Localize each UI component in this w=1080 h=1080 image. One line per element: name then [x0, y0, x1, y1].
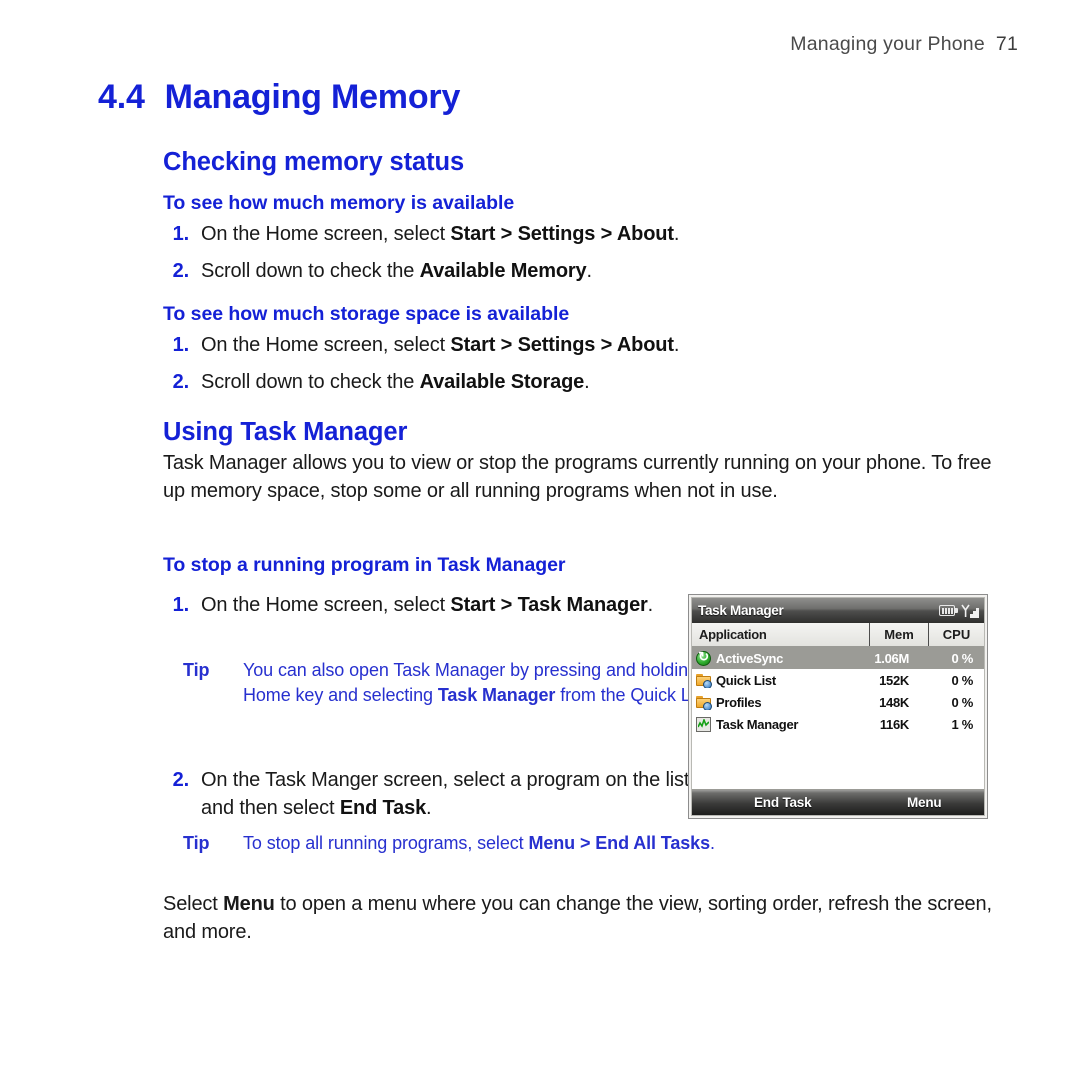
- paragraph-task-manager-intro: Task Manager allows you to view or stop …: [163, 452, 992, 502]
- battery-icon: [939, 605, 958, 616]
- screenshot-inner-frame: Task Manager Application Mem CPU ↻ Activ…: [691, 597, 985, 816]
- column-header-mem[interactable]: Mem: [870, 623, 929, 646]
- step-storage-1: 1. On the Home screen, select Start > Set…: [163, 332, 680, 360]
- tip-text-pre: To stop all running programs, select: [243, 833, 529, 853]
- step-text-post: .: [647, 594, 654, 616]
- step-text-pre: On the Home screen, select: [201, 594, 451, 616]
- step-memory-2: 2. Scroll down to check the Available Mem…: [163, 258, 593, 286]
- table-row[interactable]: Profiles 148K 0 %: [692, 691, 984, 713]
- section-heading: 4.4 Managing Memory: [98, 78, 460, 117]
- row-app-label: Quick List: [716, 672, 776, 688]
- step-text-pre: On the Home screen, select: [201, 334, 451, 356]
- step-text-bold: Start > Task Manager: [450, 594, 648, 616]
- step-stop-1: 1. On the Home screen, select Start > Tas…: [163, 592, 671, 620]
- softkey-menu[interactable]: Menu: [907, 795, 942, 810]
- step-text-post: .: [586, 260, 593, 282]
- step-number: 1.: [172, 223, 190, 245]
- row-name-cell: Quick List: [692, 673, 851, 688]
- task-manager-screenshot: Task Manager Application Mem CPU ↻ Activ…: [688, 594, 988, 819]
- row-cpu-value: 0 %: [951, 694, 973, 710]
- running-head: Managing your Phone 71: [790, 33, 1018, 56]
- step-text-post: .: [673, 334, 680, 356]
- page-number: 71: [995, 33, 1018, 55]
- step-number: 1.: [172, 334, 190, 356]
- paragraph-menu-outro: Select Menu to open a menu where you can…: [163, 891, 1008, 946]
- step-text-post: .: [426, 796, 432, 819]
- tip-text-post: .: [710, 833, 715, 853]
- row-name-cell: ActiveSync: [692, 650, 851, 666]
- row-app-label: ActiveSync: [716, 650, 784, 666]
- step-text-post: .: [673, 223, 680, 245]
- section-title: Managing Memory: [164, 78, 461, 116]
- tip-end-all-tasks: Tip To stop all running programs, select …: [163, 831, 763, 856]
- heading-stop-running-program: To stop a running program in Task Manage…: [163, 554, 566, 576]
- screenshot-softkey-bar: End Task Menu: [692, 789, 984, 815]
- row-cpu-value: 1 %: [951, 716, 973, 732]
- status-icons: [939, 604, 980, 618]
- step-number: 2.: [172, 260, 190, 282]
- step-storage-2: 2. Scroll down to check the Available Sto…: [163, 369, 590, 397]
- heading-checking-memory-status: Checking memory status: [163, 148, 465, 176]
- row-mem-value: 116K: [879, 716, 909, 732]
- row-cpu-value: 0 %: [951, 650, 973, 666]
- tip-text-bold: Menu > End All Tasks: [528, 833, 710, 853]
- step-text-pre: On the Task Manger screen, select a prog…: [201, 769, 690, 819]
- step-text-bold: End Task: [339, 796, 427, 819]
- activesync-icon: [696, 650, 711, 666]
- row-name-cell: Profiles: [692, 695, 851, 710]
- signal-icon: [961, 604, 980, 618]
- outro-text-post: to open a menu where you can change the …: [163, 893, 992, 943]
- softkey-end-task[interactable]: End Task: [754, 795, 812, 810]
- step-text-bold: Available Memory: [419, 260, 587, 282]
- step-number: 1.: [172, 594, 190, 616]
- row-mem-value: 152K: [879, 672, 909, 688]
- table-row[interactable]: ActiveSync 1.06M 0 %: [692, 647, 984, 669]
- step-text-bold: Start > Settings > About: [450, 334, 674, 356]
- step-number: 2.: [172, 371, 190, 393]
- section-number: 4.4: [98, 78, 145, 116]
- step-text-pre: Scroll down to check the: [201, 260, 420, 282]
- table-row[interactable]: Task Manager 116K 1 %: [692, 713, 984, 735]
- column-header-cpu[interactable]: CPU: [929, 623, 984, 646]
- step-text-bold: Available Storage: [419, 371, 585, 393]
- folder-gear-icon: [696, 695, 712, 710]
- heading-see-storage-available: To see how much storage space is availab…: [163, 303, 570, 325]
- screenshot-title-bar: Task Manager: [692, 598, 984, 623]
- column-header-application[interactable]: Application: [692, 623, 870, 646]
- table-row[interactable]: Quick List 152K 0 %: [692, 669, 984, 691]
- row-name-cell: Task Manager: [692, 716, 851, 732]
- running-head-title: Managing your Phone: [790, 33, 985, 55]
- tip-open-task-manager: Tip You can also open Task Manager by pre…: [163, 658, 743, 708]
- chart-icon: [696, 716, 711, 732]
- step-number: 2.: [172, 769, 190, 791]
- screenshot-column-headers: Application Mem CPU: [692, 623, 984, 647]
- step-text-bold: Start > Settings > About: [450, 223, 674, 245]
- step-text-pre: Scroll down to check the: [201, 371, 420, 393]
- screenshot-process-list: ActiveSync 1.06M 0 % Quick List 152K 0 %…: [692, 647, 984, 735]
- tip-label: Tip: [183, 833, 210, 853]
- outro-text-bold: Menu: [223, 893, 275, 915]
- step-text-post: .: [584, 371, 590, 393]
- row-mem-value: 1.06M: [874, 650, 909, 666]
- row-mem-value: 148K: [879, 694, 909, 710]
- step-memory-1: 1. On the Home screen, select Start > Set…: [163, 221, 680, 249]
- outro-text-pre: Select: [163, 893, 224, 915]
- heading-see-memory-available: To see how much memory is available: [163, 192, 515, 214]
- tip-label: Tip: [183, 660, 210, 680]
- row-cpu-value: 0 %: [951, 672, 973, 688]
- row-app-label: Profiles: [716, 694, 762, 710]
- step-text-pre: On the Home screen, select: [201, 223, 451, 245]
- folder-gear-icon: [696, 673, 712, 688]
- heading-using-task-manager: Using Task Manager: [163, 418, 408, 446]
- screenshot-title: Task Manager: [698, 603, 784, 618]
- tip-text-bold: Task Manager: [437, 685, 556, 705]
- step-stop-2: 2. On the Task Manger screen, select a pr…: [163, 767, 701, 822]
- row-app-label: Task Manager: [716, 716, 799, 732]
